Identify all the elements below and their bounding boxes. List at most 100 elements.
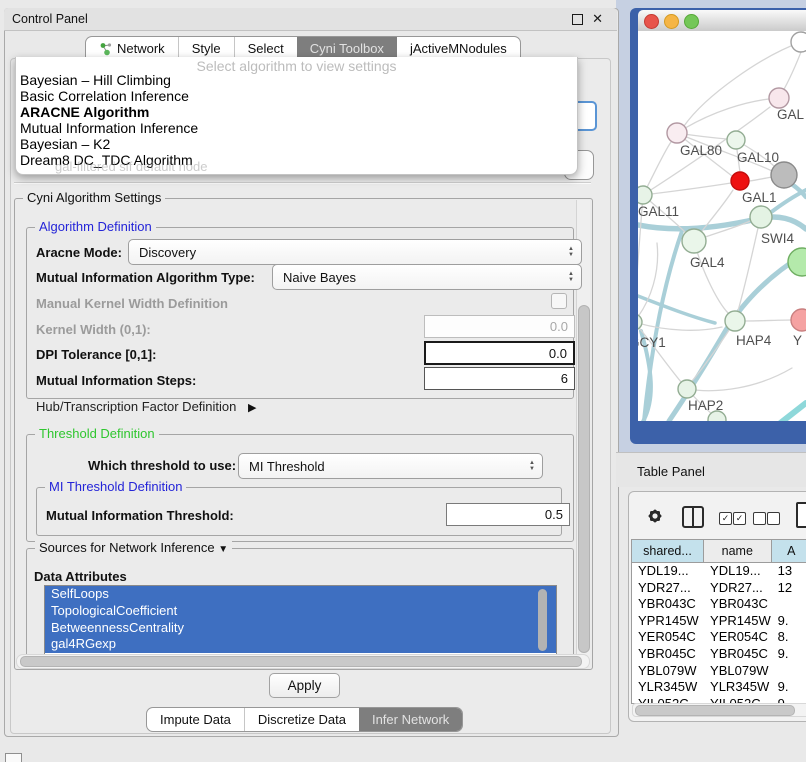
network-node-y[interactable] bbox=[791, 309, 806, 331]
network-node-hap2[interactable] bbox=[678, 380, 696, 398]
bottom-tab-discretize-data[interactable]: Discretize Data bbox=[244, 708, 359, 731]
network-node-swi4[interactable] bbox=[750, 206, 772, 228]
document-icon[interactable] bbox=[796, 502, 806, 528]
aracne-mode-value: Discovery bbox=[139, 245, 196, 260]
network-edge[interactable] bbox=[638, 296, 715, 323]
algorithm-option-mutual-information-inference[interactable]: Mutual Information Inference bbox=[16, 120, 577, 136]
settings-hscrollbar[interactable] bbox=[16, 654, 590, 669]
algorithm-option-bayesian-hill-climbing[interactable]: Bayesian – Hill Climbing bbox=[16, 72, 577, 88]
network-node-gal11[interactable] bbox=[638, 186, 652, 204]
network-edge[interactable] bbox=[749, 177, 772, 181]
table-cell bbox=[772, 596, 806, 613]
node-label: GAL11 bbox=[638, 204, 679, 219]
table-row[interactable]: YDL19...YDL19...13 bbox=[632, 563, 806, 580]
network-view-canvas[interactable]: GALGAL80GAL10GAL1GAL11SWI4GAL4GCY1HAP4YH… bbox=[638, 31, 806, 421]
table-row[interactable]: YER054CYER054C8. bbox=[632, 629, 806, 646]
network-node-gal80[interactable] bbox=[667, 123, 687, 143]
table-cell: YBR045C bbox=[704, 646, 772, 663]
mi-threshold-title: MI Threshold Definition bbox=[45, 479, 186, 494]
table-row[interactable]: YBR043CYBR043C bbox=[632, 596, 806, 613]
network-edge[interactable] bbox=[774, 403, 806, 421]
mi-threshold-input[interactable]: 0.5 bbox=[446, 503, 570, 526]
bottom-tab-label: Impute Data bbox=[160, 712, 231, 727]
network-node-gcy1[interactable] bbox=[638, 314, 642, 330]
network-node[interactable] bbox=[771, 162, 797, 188]
attribute-item-topologicalcoefficient[interactable]: TopologicalCoefficient bbox=[45, 603, 556, 620]
table-cell: 13 bbox=[772, 563, 806, 580]
attribute-item-betweennesscentrality[interactable]: BetweennessCentrality bbox=[45, 620, 556, 637]
column-browser-icon[interactable] bbox=[682, 506, 704, 528]
network-edge[interactable] bbox=[735, 228, 758, 321]
minimize-traffic-light-icon[interactable] bbox=[664, 14, 679, 29]
table-row[interactable]: YBL079WYBL079W bbox=[632, 663, 806, 680]
node-label: Y bbox=[793, 333, 802, 348]
table-hscrollbar[interactable] bbox=[632, 703, 806, 717]
gear-icon[interactable] bbox=[644, 505, 666, 527]
attribute-item-selfloops[interactable]: SelfLoops bbox=[45, 586, 556, 603]
algorithm-option-basic-correlation-inference[interactable]: Basic Correlation Inference bbox=[16, 88, 577, 104]
network-canvas-svg[interactable]: GALGAL80GAL10GAL1GAL11SWI4GAL4GCY1HAP4YH… bbox=[638, 31, 806, 421]
sources-title-text: Sources for Network Inference bbox=[39, 540, 215, 555]
list-vscroll-thumb[interactable] bbox=[538, 589, 547, 651]
attribute-item-gal4rgexp[interactable]: gal4RGexp bbox=[45, 636, 556, 653]
table-cell: 9. bbox=[772, 613, 806, 630]
checked-box-icon[interactable]: ✓ bbox=[733, 512, 746, 525]
table-panel-title: Table Panel bbox=[637, 464, 705, 479]
manual-kernel-checkbox[interactable] bbox=[551, 293, 567, 309]
control-panel-titlebar[interactable]: Control Panel ✕ bbox=[4, 8, 617, 31]
column-header-shared[interactable]: shared... bbox=[632, 540, 704, 562]
table-row[interactable]: YLR345WYLR345W9. bbox=[632, 679, 806, 696]
settings-vscroll-thumb[interactable] bbox=[578, 305, 590, 653]
collapse-down-icon[interactable]: ▼ bbox=[218, 544, 228, 555]
unchecked-box-icon[interactable] bbox=[753, 512, 766, 525]
data-attributes-list[interactable]: SelfLoopsTopologicalCoefficientBetweenne… bbox=[44, 585, 557, 657]
table-row[interactable]: YPR145WYPR145W9. bbox=[632, 613, 806, 630]
kernel-width-input[interactable]: 0.0 bbox=[424, 315, 575, 338]
float-icon[interactable] bbox=[572, 14, 583, 25]
expand-right-icon[interactable]: ▶ bbox=[248, 402, 256, 414]
apply-button[interactable]: Apply bbox=[269, 673, 340, 698]
dpi-tolerance-input[interactable]: 0.0 bbox=[424, 341, 575, 365]
network-window-titlebar[interactable] bbox=[638, 10, 806, 32]
network-edge[interactable] bbox=[745, 320, 791, 321]
network-node[interactable] bbox=[791, 32, 806, 52]
algorithm-option-aracne-algorithm[interactable]: ARACNE Algorithm bbox=[16, 104, 577, 120]
hub-definition-label: Hub/Transcription Factor Definition bbox=[36, 399, 236, 414]
table-cell: 8. bbox=[772, 629, 806, 646]
which-threshold-select[interactable]: MI Threshold bbox=[238, 453, 543, 479]
bottom-tab-impute-data[interactable]: Impute Data bbox=[147, 708, 244, 731]
checked-box-icon[interactable]: ✓ bbox=[719, 512, 732, 525]
node-label: GAL4 bbox=[690, 255, 725, 270]
table-row[interactable]: YBR045CYBR045C9. bbox=[632, 646, 806, 663]
bottom-tab-infer-network[interactable]: Infer Network bbox=[359, 708, 462, 731]
algorithm-option-bayesian-k2[interactable]: Bayesian – K2 bbox=[16, 136, 577, 152]
network-node-gal1[interactable] bbox=[731, 172, 749, 190]
mi-steps-value: 6 bbox=[561, 371, 568, 386]
zoom-traffic-light-icon[interactable] bbox=[684, 14, 699, 29]
network-node-gal4[interactable] bbox=[682, 229, 706, 253]
close-icon[interactable]: ✕ bbox=[592, 11, 603, 27]
network-node-hap4[interactable] bbox=[725, 311, 745, 331]
node-label: GAL bbox=[777, 107, 805, 122]
settings-hscroll-thumb[interactable] bbox=[20, 656, 582, 667]
close-traffic-light-icon[interactable] bbox=[644, 14, 659, 29]
network-edge[interactable] bbox=[638, 243, 658, 322]
table-cell: YBR045C bbox=[632, 646, 704, 663]
table-panel-titlebar[interactable]: Table Panel bbox=[616, 452, 806, 487]
mi-type-select[interactable]: Naive Bayes bbox=[272, 264, 582, 290]
column-header-a[interactable]: A bbox=[772, 540, 806, 562]
column-header-name[interactable]: name bbox=[704, 540, 772, 562]
tab-label: Cyni Toolbox bbox=[310, 41, 384, 56]
corner-widget-icon[interactable] bbox=[5, 753, 22, 762]
unchecked-box-icon[interactable] bbox=[767, 512, 780, 525]
aracne-mode-select[interactable]: Discovery bbox=[128, 239, 582, 265]
table-hscroll-thumb[interactable] bbox=[635, 705, 795, 716]
network-node[interactable] bbox=[788, 248, 806, 276]
network-edge[interactable] bbox=[643, 183, 731, 195]
network-node-gal[interactable] bbox=[769, 88, 789, 108]
hub-definition-toggle[interactable]: Hub/Transcription Factor Definition ▶ bbox=[36, 399, 256, 414]
bottom-tab-bar: Impute Data Discretize DataInfer Network bbox=[146, 707, 463, 732]
table-row[interactable]: YDR27...YDR27...12 bbox=[632, 580, 806, 597]
mi-steps-input[interactable]: 6 bbox=[424, 367, 575, 390]
network-node-gal10[interactable] bbox=[727, 131, 745, 149]
